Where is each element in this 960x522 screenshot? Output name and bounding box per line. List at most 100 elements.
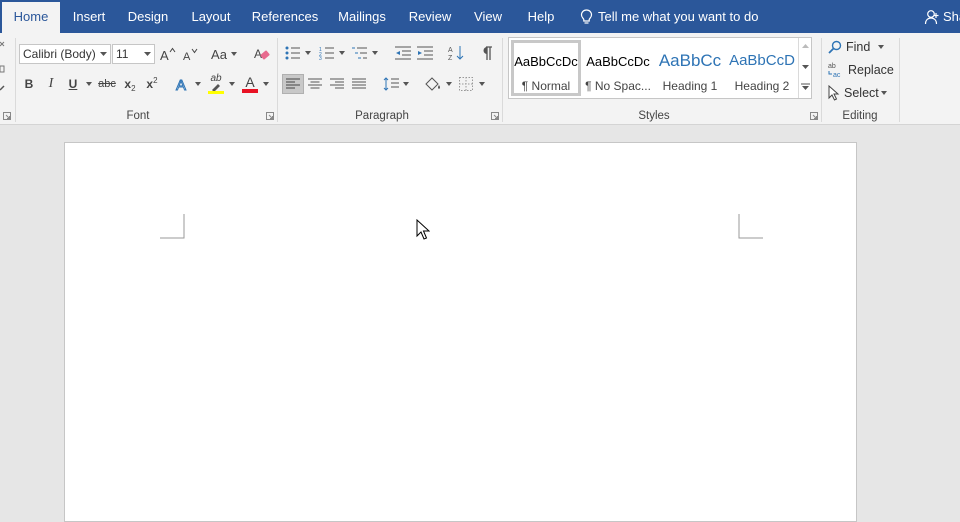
superscript-button[interactable]: x2 [142, 74, 162, 94]
font-family-value: Calibri (Body) [23, 47, 96, 61]
font-color-button[interactable]: A [240, 72, 260, 96]
style-name-no-spacing: ¶ No Spac... [585, 79, 651, 93]
text-effects-dropdown-icon[interactable] [195, 82, 201, 86]
style-name-heading-1: Heading 1 [662, 79, 718, 93]
select-button[interactable]: Select [828, 83, 891, 103]
style-heading-1[interactable]: AaBbCc Heading 1 [655, 40, 725, 96]
text-effects-button[interactable]: A [173, 74, 193, 94]
bullets-button[interactable] [283, 43, 303, 63]
strikethrough-button[interactable]: abc [96, 74, 118, 94]
person-icon [924, 10, 939, 25]
decrease-indent-button[interactable] [393, 43, 413, 63]
editing-group-label: Editing [842, 110, 878, 122]
tab-help[interactable]: Help [522, 0, 560, 33]
tab-home[interactable]: Home [2, 2, 60, 33]
align-left-icon [286, 78, 300, 89]
chevron-down-icon [144, 52, 151, 56]
change-case-button[interactable]: Aa [209, 44, 239, 64]
find-button[interactable]: Find [828, 37, 888, 57]
style-normal[interactable]: AaBbCcDc ¶ Normal [511, 40, 581, 96]
bold-label: B [24, 77, 34, 91]
font-color-dropdown-icon[interactable] [263, 82, 269, 86]
underline-button[interactable]: U [64, 74, 82, 94]
font-dialog-launcher-icon[interactable] [266, 112, 274, 120]
ribbon: Calibri (Body) 11 A A Aa A B I U abc x2 … [0, 33, 960, 125]
styles-gallery: AaBbCcDc ¶ Normal AaBbCcDc ¶ No Spac... … [508, 37, 812, 99]
styles-dialog-launcher-icon[interactable] [810, 112, 818, 120]
tab-layout[interactable]: Layout [186, 0, 236, 33]
show-hide-marks-button[interactable] [477, 43, 497, 63]
tab-view[interactable]: View [468, 0, 508, 33]
tell-me-search[interactable]: Tell me what you want to do [580, 0, 758, 33]
increase-indent-button[interactable] [415, 43, 435, 63]
underline-label: U [68, 77, 78, 91]
clear-formatting-button[interactable]: A [252, 44, 272, 64]
italic-label: I [48, 76, 54, 91]
line-spacing-icon [383, 77, 399, 91]
group-separator [821, 38, 822, 122]
multilevel-dropdown-icon[interactable] [372, 51, 378, 55]
borders-icon [459, 77, 473, 91]
line-spacing-button[interactable] [381, 74, 401, 94]
bullet-list-icon [285, 46, 300, 60]
tab-design[interactable]: Design [124, 0, 172, 33]
document-canvas[interactable] [0, 126, 960, 522]
bold-button[interactable]: B [20, 74, 38, 94]
style-no-spacing[interactable]: AaBbCcDc ¶ No Spac... [583, 40, 653, 96]
font-size-combo[interactable]: 11 [112, 44, 155, 64]
strikethrough-label: abc [98, 78, 116, 90]
tab-references[interactable]: References [250, 0, 320, 33]
select-cursor-icon [828, 85, 840, 101]
highlight-label: ab [210, 73, 222, 84]
chevron-down-icon[interactable] [802, 65, 809, 69]
svg-text:A: A [254, 47, 262, 61]
mouse-pointer-icon [416, 219, 430, 240]
align-right-button[interactable] [327, 74, 347, 94]
bullets-dropdown-icon[interactable] [305, 51, 311, 55]
align-center-button[interactable] [305, 74, 325, 94]
tab-review[interactable]: Review [404, 0, 456, 33]
tab-insert[interactable]: Insert [66, 0, 112, 33]
share-label: Sha [943, 9, 960, 24]
multilevel-list-button[interactable] [350, 43, 370, 63]
style-preview-no-spacing: AaBbCcDc [586, 54, 650, 69]
svg-text:Z: Z [448, 55, 453, 61]
styles-gallery-scroll [798, 38, 812, 98]
line-spacing-dropdown-icon[interactable] [403, 82, 409, 86]
justify-button[interactable] [349, 74, 369, 94]
subscript-button[interactable]: x2 [120, 74, 140, 94]
underline-dropdown-icon[interactable] [86, 82, 92, 86]
shading-dropdown-icon[interactable] [446, 82, 452, 86]
shading-button[interactable] [422, 74, 444, 94]
paragraph-dialog-launcher-icon[interactable] [491, 112, 499, 120]
chevron-up-icon[interactable] [802, 44, 809, 48]
clipboard-tools-icon[interactable] [0, 38, 6, 98]
tab-mailings[interactable]: Mailings [334, 0, 390, 33]
highlight-color-button[interactable]: ab [206, 72, 226, 96]
numbering-dropdown-icon[interactable] [339, 51, 345, 55]
numbering-button[interactable]: 123 [317, 43, 337, 63]
share-button[interactable]: Sha [924, 0, 960, 33]
margin-corner-top-left [160, 214, 185, 239]
svg-text:A: A [183, 51, 191, 61]
font-family-combo[interactable]: Calibri (Body) [19, 44, 111, 64]
document-page[interactable] [64, 142, 857, 522]
replace-button[interactable]: ab ac Replace [828, 60, 894, 80]
shrink-font-button[interactable]: A [181, 44, 199, 64]
group-separator [899, 38, 900, 122]
sort-icon: AZ [448, 46, 464, 61]
style-heading-2[interactable]: AaBbCcD Heading 2 [727, 40, 797, 96]
more-styles-icon[interactable] [801, 83, 810, 91]
font-color-bar-icon [242, 89, 258, 93]
italic-button[interactable]: I [42, 74, 60, 94]
font-size-value: 11 [116, 47, 129, 61]
grow-font-button[interactable]: A [159, 44, 177, 64]
align-left-button[interactable] [282, 74, 304, 94]
subscript-label: x [124, 77, 132, 91]
borders-dropdown-icon[interactable] [479, 82, 485, 86]
highlight-dropdown-icon[interactable] [229, 82, 235, 86]
clipboard-dialog-launcher-icon[interactable] [3, 112, 11, 120]
shrink-font-icon: A [183, 48, 198, 61]
sort-button[interactable]: AZ [446, 43, 466, 63]
borders-button[interactable] [456, 74, 476, 94]
